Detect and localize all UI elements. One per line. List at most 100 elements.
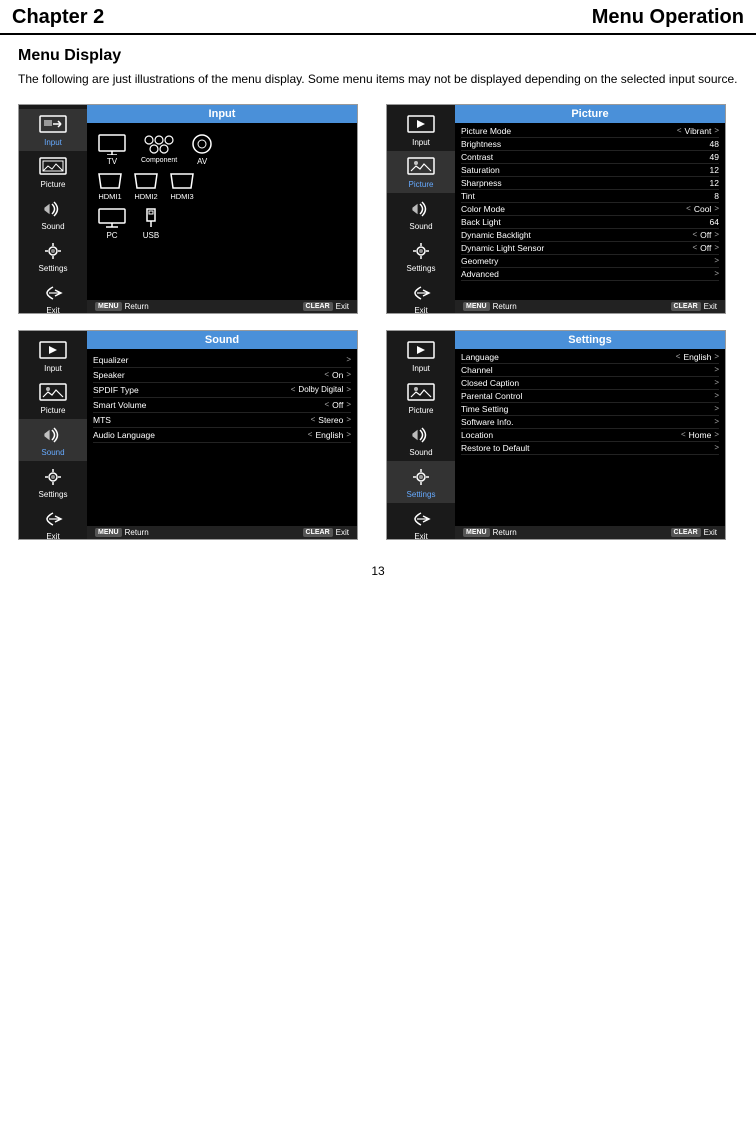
input-icon: [37, 113, 69, 137]
settings-sidebar-picture[interactable]: Picture: [387, 377, 455, 419]
input-menu-footer: MENU Return CLEAR Exit: [87, 300, 357, 313]
input-hdmi1[interactable]: HDMI1: [97, 172, 123, 201]
sound-row-equalizer[interactable]: Equalizer >: [93, 353, 351, 368]
label: Settings: [407, 264, 436, 273]
sound-row-audio-language[interactable]: Audio Language < English >: [93, 428, 351, 443]
return-btn-4[interactable]: MENU Return: [463, 528, 517, 537]
sound-row-spdif[interactable]: SPDIF Type < Dolby Digital >: [93, 383, 351, 398]
picture-sidebar-exit[interactable]: Exit: [387, 277, 455, 314]
input-hdmi2[interactable]: HDMI2: [133, 172, 159, 201]
sound-row-smart-volume[interactable]: Smart Volume < Off >: [93, 398, 351, 413]
sound-menu-body: Equalizer > Speaker < On > SPDIF Type: [87, 349, 357, 526]
input-component[interactable]: Component: [141, 133, 177, 166]
picture-row-dynamic-light-sensor[interactable]: Dynamic Light Sensor < Off >: [461, 242, 719, 255]
menu-display-heading: Menu Display: [18, 47, 738, 65]
settings-row-restore-default[interactable]: Restore to Default >: [461, 442, 719, 455]
picture-icon-2: [405, 155, 437, 179]
picture-row-brightness[interactable]: Brightness 48: [461, 138, 719, 151]
sidebar-item-settings[interactable]: Settings: [19, 235, 87, 277]
sound-menu-sidebar: Input Picture Sound: [19, 331, 87, 539]
sound-sidebar-settings[interactable]: Settings: [19, 461, 87, 503]
menu-btn-icon: MENU: [95, 302, 122, 311]
settings-row-location[interactable]: Location < Home >: [461, 429, 719, 442]
page-header: Chapter 2 Menu Operation: [0, 0, 756, 35]
input-icon-2: [405, 113, 437, 137]
picture-row-tint[interactable]: Tint 8: [461, 190, 719, 203]
sound-menu-footer: MENU Return CLEAR Exit: [87, 526, 357, 539]
settings-row-parental-control[interactable]: Parental Control >: [461, 390, 719, 403]
input-usb[interactable]: USB: [141, 207, 161, 240]
picture-row-backlight[interactable]: Back Light 64: [461, 216, 719, 229]
picture-menu-header: Picture: [455, 105, 725, 123]
exit-btn[interactable]: CLEAR Exit: [303, 302, 349, 311]
settings-row-time-setting[interactable]: Time Setting >: [461, 403, 719, 416]
settings-menu-footer: MENU Return CLEAR Exit: [455, 526, 725, 539]
label: Sound: [409, 222, 432, 231]
settings-sidebar-settings[interactable]: Settings: [387, 461, 455, 503]
picture-row-color-mode[interactable]: Color Mode < Cool >: [461, 203, 719, 216]
sidebar-picture-label: Picture: [41, 180, 66, 189]
input-menu: Input Picture Sound: [18, 104, 358, 314]
picture-row-contrast[interactable]: Contrast 49: [461, 151, 719, 164]
sound-sidebar-exit[interactable]: Exit: [19, 503, 87, 540]
input-tv[interactable]: TV: [97, 133, 127, 166]
sound-sidebar-sound[interactable]: Sound: [19, 419, 87, 461]
picture-sidebar-input[interactable]: Input: [387, 109, 455, 151]
label: Picture: [409, 180, 434, 189]
menu-grid: Input Picture Sound: [18, 104, 738, 540]
sound-sidebar-input[interactable]: Input: [19, 335, 87, 377]
picture-menu-footer: MENU Return CLEAR Exit: [455, 300, 725, 313]
sound-row-mts[interactable]: MTS < Stereo >: [93, 413, 351, 428]
return-btn-2[interactable]: MENU Return: [463, 302, 517, 311]
picture-sidebar-sound[interactable]: Sound: [387, 193, 455, 235]
settings-icon-2: [405, 239, 437, 263]
settings-menu-body: Language < English > Channel > Closed Ca…: [455, 349, 725, 526]
sidebar-item-exit[interactable]: Exit: [19, 277, 87, 314]
picture-row-sharpness[interactable]: Sharpness 12: [461, 177, 719, 190]
input-menu-sidebar: Input Picture Sound: [19, 105, 87, 313]
exit-btn-2[interactable]: CLEAR Exit: [671, 302, 717, 311]
return-btn-3[interactable]: MENU Return: [95, 528, 149, 537]
sidebar-settings-label: Settings: [39, 264, 68, 273]
settings-sidebar-input[interactable]: Input: [387, 335, 455, 377]
input-pc[interactable]: PC: [97, 207, 127, 240]
sound-icon-2: [405, 197, 437, 221]
chapter-title: Chapter 2: [12, 6, 104, 29]
settings-icon: [37, 239, 69, 263]
settings-sidebar-sound[interactable]: Sound: [387, 419, 455, 461]
clear-btn-icon: CLEAR: [303, 302, 333, 311]
settings-row-software-info[interactable]: Software Info. >: [461, 416, 719, 429]
picture-sidebar-picture[interactable]: Picture: [387, 151, 455, 193]
settings-row-channel[interactable]: Channel >: [461, 364, 719, 377]
sidebar-item-sound[interactable]: Sound: [19, 193, 87, 235]
picture-sidebar-settings[interactable]: Settings: [387, 235, 455, 277]
sidebar-input-label: Input: [44, 138, 62, 147]
menu-display-desc: The following are just illustrations of …: [18, 71, 738, 88]
exit-btn-4[interactable]: CLEAR Exit: [671, 528, 717, 537]
settings-sidebar-exit[interactable]: Exit: [387, 503, 455, 540]
input-hdmi3[interactable]: HDMI3: [169, 172, 195, 201]
picture-row-saturation[interactable]: Saturation 12: [461, 164, 719, 177]
picture-menu-body: Picture Mode < Vibrant > Brightness 48 C…: [455, 123, 725, 300]
exit-icon-2: [405, 281, 437, 305]
sound-row-speaker[interactable]: Speaker < On >: [93, 368, 351, 383]
sound-icon: [37, 197, 69, 221]
sound-sidebar-picture[interactable]: Picture: [19, 377, 87, 419]
exit-icon: [37, 281, 69, 305]
picture-row-advanced[interactable]: Advanced >: [461, 268, 719, 281]
exit-btn-3[interactable]: CLEAR Exit: [303, 528, 349, 537]
input-menu-header: Input: [87, 105, 357, 123]
sound-menu: Input Picture Sound: [18, 330, 358, 540]
label: Exit: [414, 306, 427, 314]
settings-menu-content: Settings Language < English > Channel >: [455, 331, 725, 539]
picture-menu: Input Picture Sound: [386, 104, 726, 314]
picture-row-dynamic-backlight[interactable]: Dynamic Backlight < Off >: [461, 229, 719, 242]
return-btn[interactable]: MENU Return: [95, 302, 149, 311]
sidebar-item-picture[interactable]: Picture: [19, 151, 87, 193]
picture-row-geometry[interactable]: Geometry >: [461, 255, 719, 268]
settings-row-language[interactable]: Language < English >: [461, 351, 719, 364]
settings-row-closed-caption[interactable]: Closed Caption >: [461, 377, 719, 390]
sidebar-item-input[interactable]: Input: [19, 109, 87, 151]
picture-row-mode[interactable]: Picture Mode < Vibrant >: [461, 125, 719, 138]
input-av[interactable]: AV: [191, 133, 213, 166]
